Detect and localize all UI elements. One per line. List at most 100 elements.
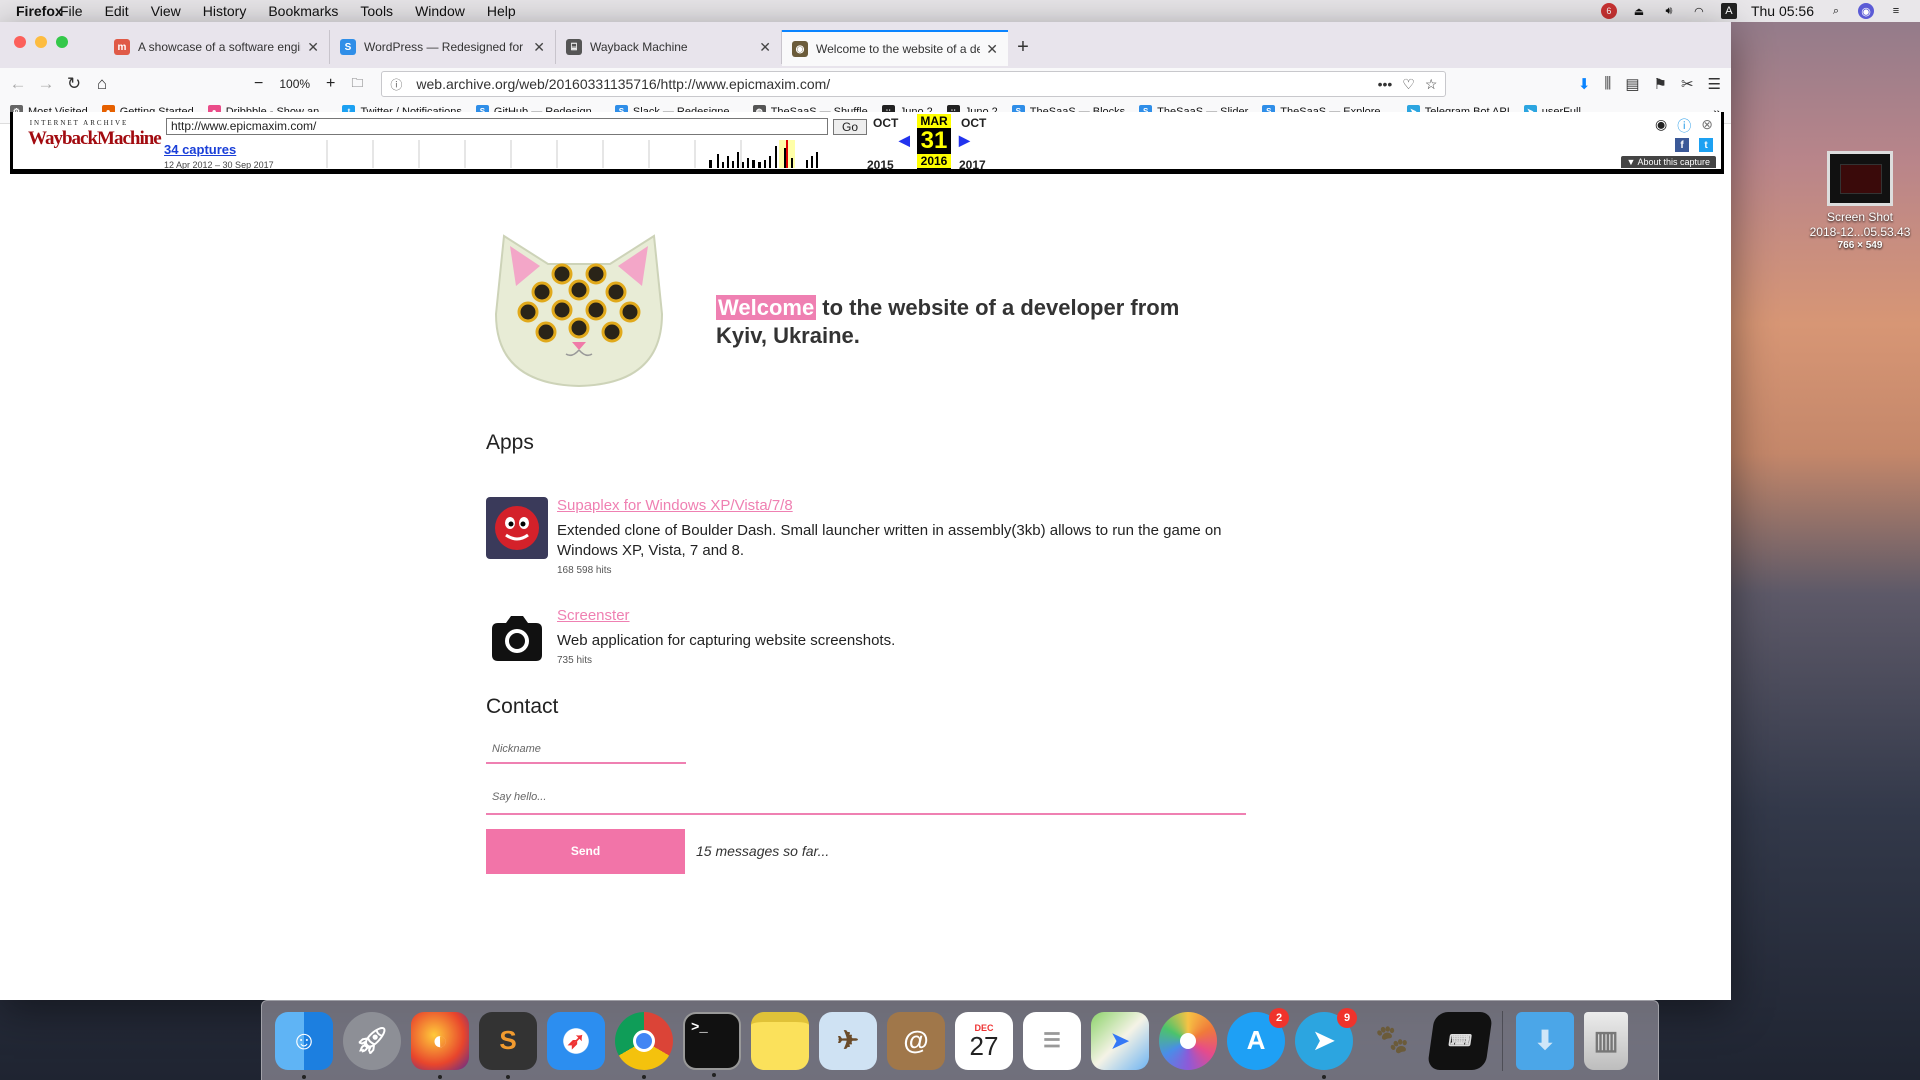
navigation-toolbar: ← → ↻ ⌂ − 100% + 🗀︎ ⓘ web.archive.org/we… [0, 68, 1731, 100]
finder-icon[interactable]: ☺ [275, 1011, 333, 1079]
maps-icon[interactable]: ➤ [1091, 1011, 1149, 1070]
hamburger-menu-icon[interactable]: ☰ [1708, 75, 1721, 93]
input-source-icon[interactable]: A [1720, 3, 1737, 19]
wayback-actions: ◉ ⓘ ⊗ [1655, 116, 1713, 136]
page-actions-icon[interactable]: ••• [1378, 76, 1393, 93]
wayback-account-icon[interactable]: ◉ [1655, 116, 1667, 136]
back-button[interactable]: ← [4, 74, 32, 94]
zoom-out-button[interactable]: − [250, 75, 267, 93]
address-bar-url[interactable]: web.archive.org/web/20160331135716/http:… [416, 76, 1377, 92]
minimize-window-button[interactable] [35, 36, 47, 48]
downloads-icon[interactable]: ⬇ [1578, 75, 1591, 93]
tab-close-icon[interactable]: ✕ [759, 39, 771, 56]
wayback-current-day: 31 [920, 127, 948, 154]
siri-icon[interactable]: ◉ [1858, 3, 1874, 19]
screenshot-icon[interactable]: ✂ [1681, 75, 1694, 93]
message-input[interactable]: Say hello... [486, 783, 1246, 815]
app-title-link[interactable]: Supaplex for Windows XP/Vista/7/8 [557, 497, 793, 514]
wayback-prev-year[interactable]: 2015 [867, 158, 894, 172]
wayback-next-month[interactable]: OCT [961, 116, 986, 130]
keyboard-app-icon[interactable]: ⌨ [1426, 1011, 1494, 1070]
send-button[interactable]: Send [486, 829, 685, 874]
app-store-badge: 2 [1269, 1007, 1289, 1028]
wayback-captures-link[interactable]: 34 captures [164, 142, 236, 157]
eject-icon[interactable]: ⏏ [1631, 3, 1647, 19]
wayback-share: f t [1675, 138, 1713, 152]
tab-favicon-icon: ⌸ [566, 39, 582, 55]
sidebar-icon[interactable]: ▤ [1625, 75, 1639, 93]
terminal-icon[interactable]: >_ [683, 1011, 741, 1077]
tab-title: Wayback Machine [590, 40, 688, 54]
notification-center-icon[interactable]: ≡ [1888, 3, 1904, 19]
wayback-go-button[interactable]: Go [833, 119, 867, 135]
wayback-url-input[interactable]: http://www.epicmaxim.com/ [166, 118, 828, 135]
menubar-clock[interactable]: Thu 05:56 [1751, 3, 1814, 19]
volume-icon[interactable]: 🔊︎ [1661, 3, 1677, 19]
tab-wayback-machine[interactable]: ⌸ Wayback Machine ✕ [556, 30, 782, 64]
zoom-in-button[interactable]: + [322, 75, 339, 93]
wayback-close-icon[interactable]: ⊗ [1701, 116, 1713, 136]
mail-icon[interactable]: ✈ [819, 1011, 877, 1070]
nickname-input[interactable]: Nickname [486, 737, 686, 764]
trash-icon[interactable]: ▥ [1584, 1011, 1628, 1070]
app-store-icon[interactable]: A2 [1227, 1007, 1289, 1070]
facebook-icon[interactable]: f [1675, 138, 1689, 152]
tab-close-icon[interactable]: ✕ [986, 41, 998, 58]
zoom-window-button[interactable] [56, 36, 68, 48]
address-bar[interactable]: ⓘ web.archive.org/web/20160331135716/htt… [381, 71, 1447, 97]
wayback-about-capture[interactable]: ▼ About this capture [1620, 156, 1716, 168]
pocket-icon[interactable]: ♡ [1402, 76, 1415, 93]
site-info-icon[interactable]: ⓘ [390, 76, 408, 93]
safari-icon[interactable]: ➶ [547, 1011, 605, 1070]
twitter-icon[interactable]: t [1699, 138, 1713, 152]
wayback-help-icon[interactable]: ⓘ [1677, 116, 1691, 136]
wayback-prev-month[interactable]: OCT [873, 116, 898, 130]
contacts-icon[interactable]: @ [887, 1011, 945, 1070]
app-title-link[interactable]: Screenster [557, 607, 630, 624]
notification-badge-icon[interactable]: 6 [1600, 3, 1617, 19]
tab-showcase[interactable]: m A showcase of a software engin ✕ [104, 30, 330, 64]
tab-welcome-active[interactable]: ◉ Welcome to the website of a de ✕ [782, 30, 1008, 66]
tab-close-icon[interactable]: ✕ [307, 39, 319, 56]
home-button[interactable]: ⌂ [88, 74, 116, 94]
camera-icon[interactable] [486, 607, 548, 669]
wayback-current-month: MAR [917, 114, 951, 128]
dock: ☺ 🚀︎ ◐ S ➶ >_ ✈ @ DEC 27 ☰ ➤ A2 ➤ 9 🐾︎ ⌨ ⬇… [261, 1000, 1659, 1080]
tab-title: Welcome to the website of a de [816, 42, 981, 56]
library-icon[interactable]: ⫼ [1604, 75, 1611, 93]
spotlight-search-icon[interactable]: ⌕ [1828, 3, 1844, 19]
photos-icon[interactable] [1159, 1011, 1217, 1070]
reminders-icon[interactable]: ☰ [1023, 1011, 1081, 1070]
tab-close-icon[interactable]: ✕ [533, 39, 545, 56]
supaplex-icon[interactable] [486, 497, 548, 559]
sublime-text-icon[interactable]: S [479, 1011, 537, 1079]
close-window-button[interactable] [14, 36, 26, 48]
new-tab-button[interactable]: + [1008, 30, 1038, 64]
wayback-next-arrow-icon[interactable]: ▶ [959, 132, 970, 149]
notes-icon[interactable] [751, 1011, 809, 1070]
zoom-level[interactable]: 100% [275, 77, 314, 91]
menu-app-name[interactable]: Firefox [16, 3, 776, 19]
telegram-icon[interactable]: ➤ 9 [1295, 1007, 1357, 1079]
launchpad-icon[interactable]: 🚀︎ [343, 1011, 401, 1070]
open-file-icon[interactable]: 🗀︎ [347, 74, 367, 95]
bookmark-star-icon[interactable]: ☆ [1425, 76, 1438, 93]
extension-icon[interactable]: ⚑ [1654, 75, 1667, 93]
wayback-sparkline[interactable] [281, 140, 831, 168]
wayback-next-year[interactable]: 2017 [959, 158, 986, 172]
wayback-logo[interactable]: INTERNET ARCHIVE WaybackMachine [28, 120, 162, 149]
app-hits: 735 hits [557, 655, 593, 666]
tab-wordpress[interactable]: S WordPress — Redesigned for d ✕ [330, 30, 556, 64]
wifi-icon[interactable]: ◠ [1691, 3, 1707, 19]
firefox-icon[interactable]: ◐ [411, 1011, 469, 1079]
downloads-folder-icon[interactable]: ⬇ [1516, 1011, 1574, 1070]
tab-favicon-icon: m [114, 39, 130, 55]
calendar-icon[interactable]: DEC 27 [955, 1011, 1013, 1070]
tab-strip: m A showcase of a software engin ✕ S Wor… [0, 22, 1731, 68]
forward-button[interactable]: → [32, 74, 60, 94]
reload-button[interactable]: ↻ [60, 74, 88, 94]
chrome-icon[interactable] [615, 1011, 673, 1079]
desktop-screenshot-file[interactable]: Screen Shot 2018-12...05.53.43 766 × 549 [1805, 151, 1915, 251]
wayback-prev-arrow-icon[interactable]: ◀ [899, 132, 910, 149]
gimp-icon[interactable]: 🐾︎ [1363, 1012, 1421, 1070]
